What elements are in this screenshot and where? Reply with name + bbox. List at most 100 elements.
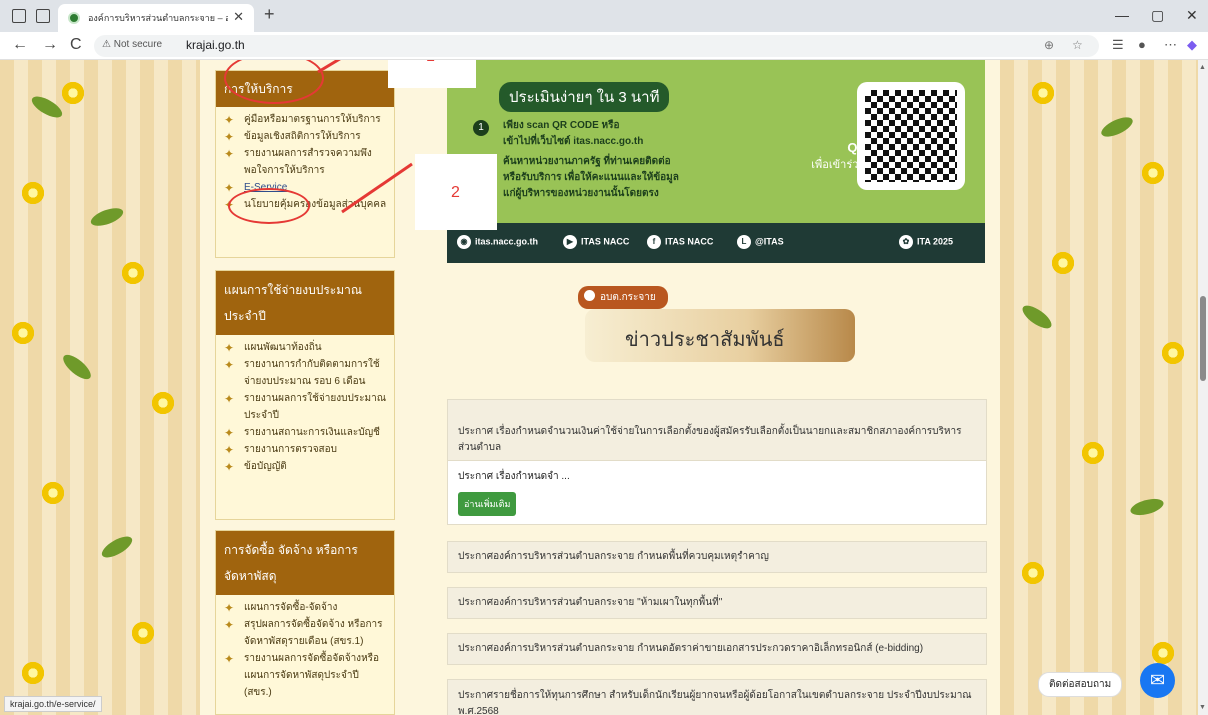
- news-item[interactable]: ประกาศรายชื่อการให้ทุนการศึกษา สำหรับเด็…: [447, 679, 987, 715]
- news-item-title: ประกาศรายชื่อการให้ทุนการศึกษา สำหรับเด็…: [458, 690, 972, 715]
- footer-label: ITAS NACC: [665, 236, 714, 247]
- url-text: krajai.go.th: [186, 38, 245, 52]
- local-development-plan-link[interactable]: ✦ แผนพัฒนาท้องถิ่น: [222, 339, 388, 356]
- ordinance-link[interactable]: ✦ ข้อบัญญัติ: [222, 458, 388, 475]
- banner-youtube: ▶ ITAS NACC: [563, 235, 629, 249]
- news-item[interactable]: ประกาศองค์การบริหารส่วนตำบลกระจาย "ห้ามเ…: [447, 587, 987, 619]
- news-heading-box: ข่าวประชาสัมพันธ์: [585, 309, 855, 362]
- restore-button[interactable]: ▢: [1151, 7, 1164, 24]
- procurement-menu-heading: การจัดซื้อ จัดจ้าง หรือการ จัดหาพัสดุ: [216, 531, 394, 595]
- scrollbar[interactable]: ▲ ▼: [1198, 60, 1208, 715]
- menu-item-label: แผนการจัดซื้อ-จัดจ้าง: [244, 602, 338, 613]
- star-bullet-icon: ✦: [224, 147, 235, 161]
- featured-news-card: ประกาศ เรื่องกำหนดจำนวนเงินค่าใช้จ่ายในก…: [447, 399, 987, 525]
- heading-line: ประจำปี: [224, 309, 266, 323]
- menu-item-label: รายงานการตรวจสอบ: [244, 444, 338, 455]
- tag-dot-icon: [584, 290, 595, 301]
- news-heading: ข่าวประชาสัมพันธ์: [625, 329, 785, 351]
- scrollbar-thumb[interactable]: [1200, 296, 1206, 381]
- menu-item-label: รายงานผลการจัดซื้อจัดจ้างหรือแผนการจัดหา…: [244, 653, 380, 698]
- not-secure-badge[interactable]: ⚠ Not secure: [102, 39, 162, 50]
- annual-procurement-report-link[interactable]: ✦ รายงานผลการจัดซื้อจัดจ้างหรือแผนการจัดห…: [222, 650, 388, 701]
- footer-label: ITAS NACC: [581, 236, 630, 247]
- star-bullet-icon: ✦: [224, 181, 235, 195]
- workspaces-icon[interactable]: [12, 9, 26, 23]
- step-one-badge: 1: [473, 120, 489, 136]
- tab-actions-icon[interactable]: [36, 9, 50, 23]
- reload-button[interactable]: C: [70, 36, 82, 54]
- financial-status-link[interactable]: ✦ รายงานสถานะการเงินและบัญชี: [222, 424, 388, 441]
- annotation-number: 1: [426, 60, 435, 66]
- news-item-title: ประกาศองค์การบริหารส่วนตำบลกระจาย กำหนดพ…: [458, 551, 769, 562]
- minimize-button[interactable]: —: [1115, 7, 1129, 23]
- zoom-icon[interactable]: ⊕: [1044, 38, 1054, 52]
- budget-menu: แผนการใช้จ่ายงบประมาณ ประจำปี ✦ แผนพัฒนาท…: [215, 270, 395, 520]
- profile-icon[interactable]: ●: [1138, 37, 1146, 52]
- star-bullet-icon: ✦: [224, 601, 235, 615]
- news-source-tag: อบต.กระจาย: [578, 286, 668, 309]
- six-month-report-link[interactable]: ✦ รายงานการกำกับติดตามการใช้จ่ายงบประมาณ …: [222, 356, 388, 390]
- status-bar-url: krajai.go.th/e-service/: [4, 696, 102, 712]
- new-tab-button[interactable]: +: [264, 4, 275, 25]
- favorite-star-icon[interactable]: ☆: [1072, 38, 1083, 52]
- annual-spending-report-link[interactable]: ✦ รายงานผลการใช้จ่ายงบประมาณประจำปี: [222, 390, 388, 424]
- footer-label: @ITAS: [755, 236, 784, 247]
- banner-step1-b: เข้าไปที่เว็บไซต์ itas.nacc.go.th: [503, 136, 644, 147]
- audit-report-link[interactable]: ✦ รายงานการตรวจสอบ: [222, 441, 388, 458]
- read-more-button[interactable]: อ่านเพิ่มเติม: [458, 492, 517, 516]
- star-bullet-icon: ✦: [224, 618, 235, 632]
- annotation-circle: [228, 188, 310, 224]
- more-options-icon[interactable]: ⋯: [1164, 37, 1177, 53]
- heading-line: จัดหาพัสดุ: [224, 569, 277, 583]
- featured-news-title[interactable]: ประกาศ เรื่องกำหนดจำนวนเงินค่าใช้จ่ายในก…: [448, 400, 986, 460]
- service-manual-link[interactable]: ✦ คู่มือหรือมาตรฐานการให้บริการ: [222, 111, 388, 128]
- right-decoration: [1000, 60, 1198, 715]
- heading-line: แผนการใช้จ่ายงบประมาณ: [224, 283, 362, 297]
- close-tab-icon[interactable]: ✕: [233, 9, 244, 25]
- left-decoration: [0, 60, 200, 715]
- footer-label: ITA 2025: [917, 236, 954, 247]
- qr-code: [857, 82, 965, 190]
- contact-chat-label[interactable]: ติดต่อสอบถาม: [1038, 672, 1123, 697]
- monthly-procurement-summary-link[interactable]: ✦ สรุปผลการจัดซื้อจัดจ้าง หรือการจัดหาพัส…: [222, 616, 388, 650]
- banner-footer: ◉ itas.nacc.go.th ▶ ITAS NACC f ITAS NACC L…: [447, 223, 985, 263]
- banner-line: L @ITAS: [737, 235, 784, 249]
- ita-banner[interactable]: ประเมินง่ายๆ ใน 3 นาที 1 เพียง scan QR C…: [447, 60, 985, 263]
- site-favicon-icon: [68, 12, 80, 24]
- banner-step2-c: แก่ผู้บริหารของหน่วยงานนั้นโดยตรง: [503, 188, 659, 199]
- banner-facebook: f ITAS NACC: [647, 235, 713, 249]
- news-item[interactable]: ประกาศองค์การบริหารส่วนตำบลกระจาย กำหนดพ…: [447, 541, 987, 573]
- menu-item-label: แผนพัฒนาท้องถิ่น: [244, 342, 322, 353]
- banner-title: ประเมินง่ายๆ ใน 3 นาที: [499, 82, 670, 112]
- scroll-down-icon[interactable]: ▼: [1199, 704, 1206, 711]
- star-bullet-icon: ✦: [224, 392, 235, 406]
- forward-button[interactable]: →: [42, 36, 58, 54]
- star-bullet-icon: ✦: [224, 130, 235, 144]
- procurement-plan-link[interactable]: ✦ แผนการจัดซื้อ-จัดจ้าง: [222, 599, 388, 616]
- active-tab[interactable]: องค์การบริหารส่วนตำบลกระจาย – อบต. ✕: [58, 4, 254, 32]
- menu-item-label: ข้อบัญญัติ: [244, 461, 287, 472]
- satisfaction-survey-link[interactable]: ✦ รายงานผลการสำรวจความพึงพอใจการให้บริการ: [222, 145, 388, 179]
- banner-website: ◉ itas.nacc.go.th: [457, 235, 538, 249]
- star-bullet-icon: ✦: [224, 652, 235, 666]
- menu-item-label: คู่มือหรือมาตรฐานการให้บริการ: [244, 114, 381, 125]
- line-icon: L: [737, 235, 751, 249]
- url-field[interactable]: ⚠ Not secure krajai.go.th ⊕ ☆: [94, 35, 1099, 57]
- ita-logo-icon: ✿: [899, 235, 913, 249]
- footer-label: itas.nacc.go.th: [475, 236, 539, 247]
- scroll-up-icon[interactable]: ▲: [1199, 64, 1206, 71]
- star-bullet-icon: ✦: [224, 460, 235, 474]
- service-statistics-link[interactable]: ✦ ข้อมูลเชิงสถิติการให้บริการ: [222, 128, 388, 145]
- messenger-icon[interactable]: ✉: [1140, 663, 1175, 698]
- close-window-button[interactable]: ✕: [1186, 7, 1198, 24]
- news-item[interactable]: ประกาศองค์การบริหารส่วนตำบลกระจาย กำหนดอ…: [447, 633, 987, 665]
- star-bullet-icon: ✦: [224, 113, 235, 127]
- favorites-icon[interactable]: ☰: [1112, 37, 1124, 53]
- menu-item-label: รายงานผลการสำรวจความพึงพอใจการให้บริการ: [244, 148, 372, 176]
- copilot-icon[interactable]: ◆: [1187, 37, 1197, 53]
- facebook-icon: f: [647, 235, 661, 249]
- heading-line: การจัดซื้อ จัดจ้าง หรือการ: [224, 543, 358, 557]
- tag-label: อบต.กระจาย: [600, 292, 656, 303]
- banner-step2-a: ค้นหาหน่วยงานภาครัฐ ที่ท่านเคยติดต่อ: [503, 156, 671, 167]
- back-button[interactable]: ←: [12, 36, 28, 54]
